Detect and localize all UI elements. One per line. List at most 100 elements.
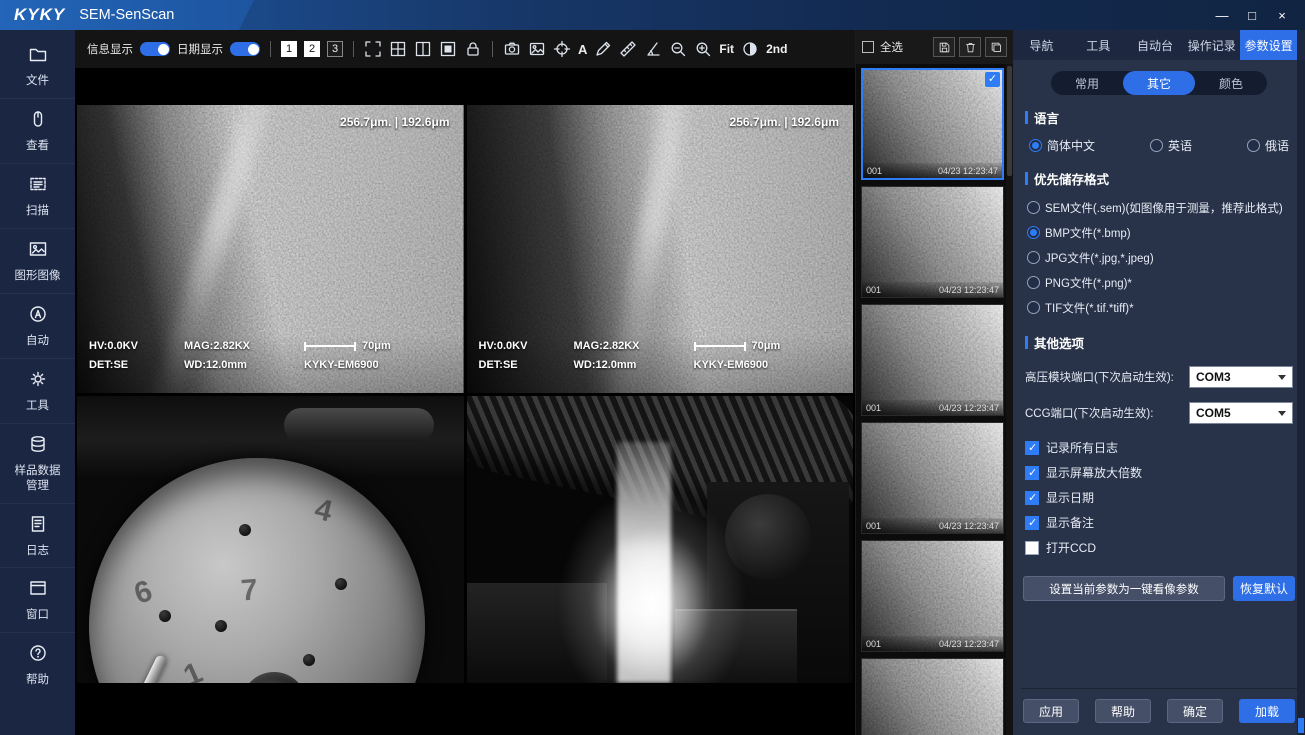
restore-default-button[interactable]: 恢复默认: [1233, 576, 1295, 601]
thumbnail-item[interactable]: 00104/23 12:23:47: [861, 304, 1004, 416]
sidebar-item-file[interactable]: 文件: [0, 34, 75, 99]
radio-jpg-format[interactable]: JPG文件(*.jpg,*.jpeg): [1027, 245, 1291, 270]
thumb-shading: [862, 541, 1003, 651]
chamber-camera-viewport[interactable]: [466, 396, 853, 683]
tab-parameter-settings[interactable]: 参数设置: [1240, 30, 1297, 60]
sem-image-viewport-1[interactable]: 256.7μm. | 192.6μm HV:0.0KV MAG:2.82KX 7…: [77, 105, 464, 393]
set-current-params-button[interactable]: 设置当前参数为一键看像参数: [1023, 576, 1225, 601]
radio-bmp-format[interactable]: BMP文件(*.bmp): [1027, 220, 1291, 245]
sidebar-item-graphics-image[interactable]: 图形图像: [0, 229, 75, 294]
thumbnail-item[interactable]: 00104/23 12:23:47: [861, 540, 1004, 652]
angle-measure-icon[interactable]: [644, 40, 662, 58]
sidebar-item-auto[interactable]: 自动: [0, 294, 75, 359]
language-section-header: 语言: [1025, 108, 1293, 127]
subtab-common[interactable]: 常用: [1051, 71, 1123, 95]
subtab-other[interactable]: 其它: [1123, 71, 1195, 95]
subtab-color[interactable]: 颜色: [1195, 71, 1267, 95]
select-all-checkbox[interactable]: [862, 41, 874, 53]
minimize-button[interactable]: —: [1209, 4, 1235, 26]
layout-grid-icon[interactable]: [389, 40, 407, 58]
contrast-icon[interactable]: [741, 40, 759, 58]
radio-simplified-chinese[interactable]: 简体中文: [1029, 137, 1095, 154]
parameter-buttons-row: 设置当前参数为一键看像参数 恢复默认: [1023, 576, 1295, 601]
zoom-out-icon[interactable]: [669, 40, 687, 58]
stage-center-bolt: [241, 672, 307, 683]
delete-button[interactable]: [959, 37, 981, 57]
info-display-label: 信息显示: [87, 44, 133, 56]
radio-russian[interactable]: 俄语: [1246, 137, 1289, 154]
radio-label: PNG文件(*.png)*: [1045, 277, 1132, 290]
view-3-button[interactable]: 3: [327, 41, 343, 57]
field-size-overlay: 256.7μm. | 192.6μm: [340, 115, 450, 129]
zoom-in-icon[interactable]: [694, 40, 712, 58]
save-button[interactable]: [933, 37, 955, 57]
sidebar-item-view[interactable]: 查看: [0, 99, 75, 164]
right-panel-scrollbar[interactable]: [1297, 60, 1305, 735]
tab-auto-stage[interactable]: 自动台: [1127, 30, 1184, 60]
scrollbar-thumb[interactable]: [1007, 66, 1012, 176]
fit-button[interactable]: Fit: [719, 42, 734, 56]
ccg-port-select[interactable]: COM5: [1189, 402, 1293, 424]
checkbox-show-date[interactable]: 显示日期: [1025, 485, 1293, 510]
scrollbar-thumb[interactable]: [1298, 718, 1304, 733]
ccg-port-label: CCG端口(下次启动生效):: [1025, 408, 1154, 420]
snapshot-icon[interactable]: [528, 40, 546, 58]
maximize-button[interactable]: □: [1239, 4, 1265, 26]
ok-button[interactable]: 确定: [1167, 699, 1223, 723]
view-2-button[interactable]: 2: [304, 41, 320, 57]
thumbnail-item[interactable]: 00104/23 12:23:47: [861, 422, 1004, 534]
sidebar-item-tools[interactable]: 工具: [0, 359, 75, 424]
close-button[interactable]: ×: [1269, 4, 1295, 26]
sidebar-item-window[interactable]: 窗口: [0, 568, 75, 634]
tab-tools[interactable]: 工具: [1070, 30, 1127, 60]
crosshair-icon[interactable]: [553, 40, 571, 58]
pen-icon[interactable]: [594, 40, 612, 58]
radio-sem-format[interactable]: SEM文件(.sem)(如图像用于测量，推荐此格式): [1027, 195, 1291, 220]
export-button[interactable]: [985, 37, 1007, 57]
second-button[interactable]: 2nd: [766, 42, 787, 56]
ruler-icon[interactable]: [619, 40, 637, 58]
sidebar-item-scan[interactable]: 扫描: [0, 164, 75, 229]
info-display-toggle[interactable]: [140, 42, 170, 56]
right-panel: 导航 工具 自动台 操作记录 参数设置 常用 其它 颜色 语言 简体中文 英语 …: [1013, 30, 1305, 735]
lock-icon[interactable]: [464, 40, 482, 58]
view-1-button[interactable]: 1: [281, 41, 297, 57]
hv-port-select[interactable]: COM3: [1189, 366, 1293, 388]
radio-png-format[interactable]: PNG文件(*.png)*: [1027, 270, 1291, 295]
thumbnail-item[interactable]: 00104/23 12:23:47: [861, 186, 1004, 298]
sidebar-item-sample-data[interactable]: 样品数据管理: [0, 424, 75, 504]
radio-icon: [1246, 139, 1260, 152]
layout-split-icon[interactable]: [414, 40, 432, 58]
sidebar-item-log[interactable]: 日志: [0, 504, 75, 569]
stage-camera-viewport[interactable]: 6 4 7 1: [77, 396, 464, 683]
text-annotation-icon[interactable]: A: [578, 42, 587, 57]
thumbnail-item[interactable]: 00104/23 12:23:47: [861, 658, 1004, 735]
layout-quad-icon[interactable]: [364, 40, 382, 58]
thumbnail-scrollbar[interactable]: [1006, 64, 1013, 735]
camera-icon[interactable]: [503, 40, 521, 58]
checkbox-show-remark[interactable]: 显示备注: [1025, 510, 1293, 535]
radio-icon: [1027, 201, 1040, 214]
tab-navigation[interactable]: 导航: [1013, 30, 1070, 60]
app-window: KYKY SEM-SenScan — □ × 文件 查看 扫描 图形图像 自动 …: [0, 0, 1305, 735]
radio-tif-format[interactable]: TIF文件(*.tif.*tiff)*: [1027, 295, 1291, 320]
save-icon: [939, 42, 949, 52]
apply-button[interactable]: 应用: [1023, 699, 1079, 723]
layout-single-icon[interactable]: [439, 40, 457, 58]
thumbnail-item[interactable]: 00104/23 12:23:47: [861, 68, 1004, 180]
load-button[interactable]: 加载: [1239, 699, 1295, 723]
checkbox-open-ccd[interactable]: 打开CCD: [1025, 535, 1293, 560]
sidebar-item-help[interactable]: 帮助: [0, 633, 75, 697]
sem-image-viewport-2[interactable]: 256.7μm. | 192.6μm HV:0.0KV MAG:2.82KX 7…: [466, 105, 853, 393]
sidebar-item-label: 扫描: [26, 204, 49, 217]
tab-operation-log[interactable]: 操作记录: [1183, 30, 1240, 60]
date-display-toggle[interactable]: [230, 42, 260, 56]
sidebar-item-label: 文件: [26, 75, 49, 87]
checkbox-log-all[interactable]: 记录所有日志: [1025, 435, 1293, 460]
radio-english[interactable]: 英语: [1149, 137, 1192, 154]
checkbox-show-screen-mag[interactable]: 显示屏幕放大倍数: [1025, 460, 1293, 485]
toolbar-separator: [270, 41, 271, 57]
viewer-area: 256.7μm. | 192.6μm HV:0.0KV MAG:2.82KX 7…: [75, 68, 855, 735]
help-button[interactable]: 帮助: [1095, 699, 1151, 723]
radio-label: TIF文件(*.tif.*tiff)*: [1045, 302, 1134, 315]
